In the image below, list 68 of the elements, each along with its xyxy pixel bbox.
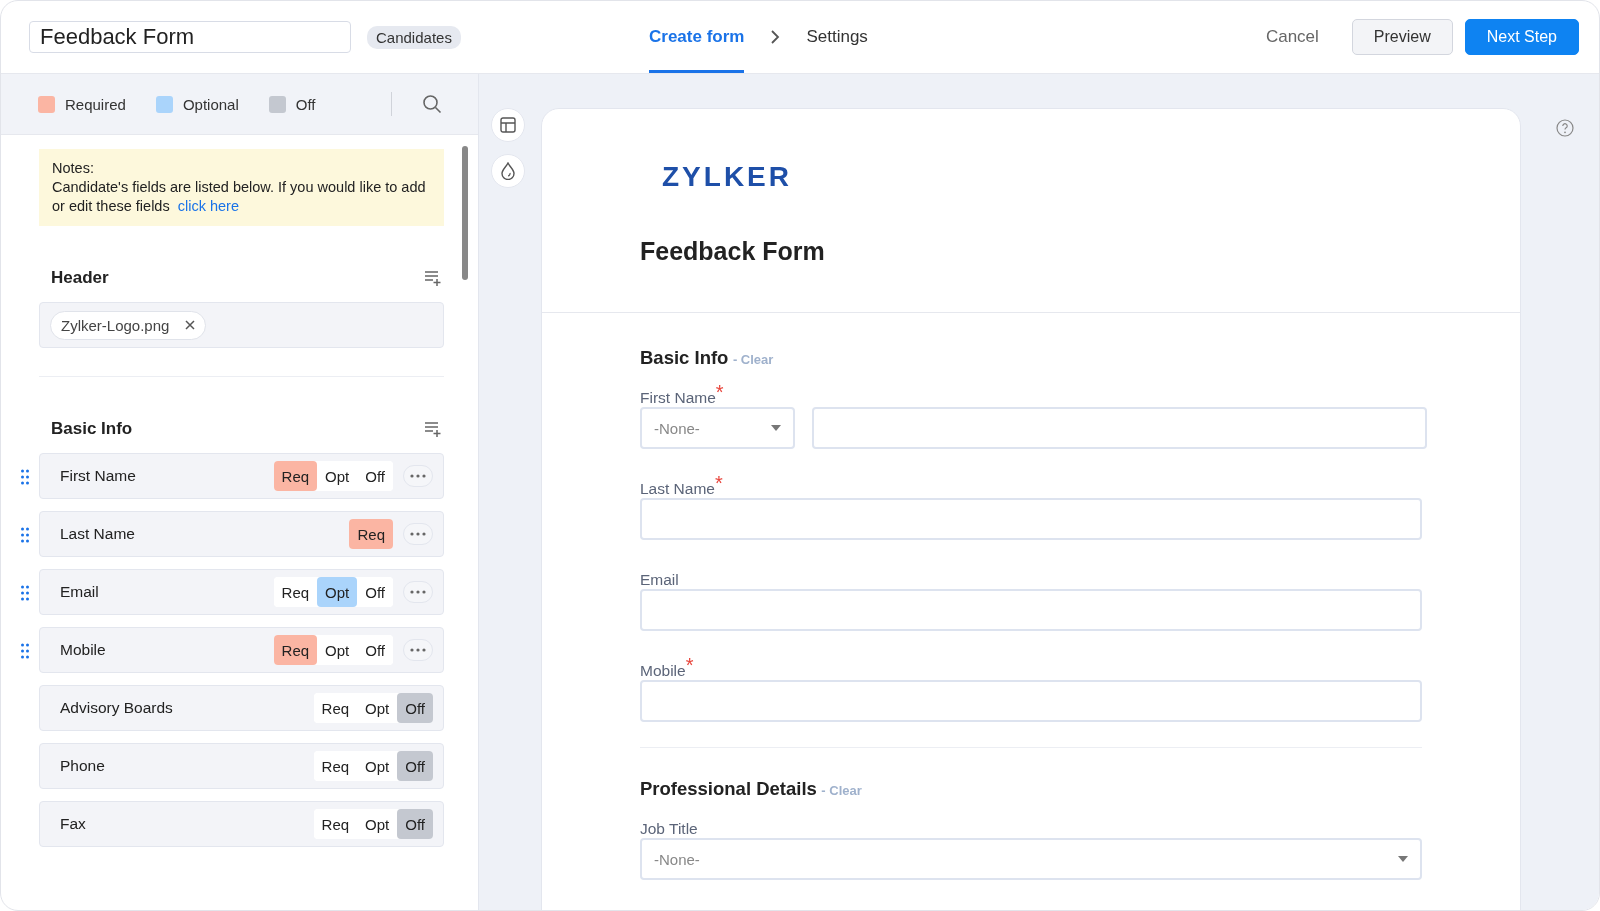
layout-button[interactable]	[491, 108, 525, 142]
field-label: Mobile	[640, 662, 686, 680]
field-label: Fax	[60, 815, 87, 833]
status-option[interactable]: Req	[273, 635, 318, 665]
add-list-icon[interactable]	[424, 421, 442, 437]
input-field[interactable]	[640, 680, 1422, 722]
drag-handle-icon[interactable]	[21, 527, 29, 543]
company-logo: ZYLKER	[661, 160, 793, 193]
cancel-link[interactable]: Cancel	[1244, 19, 1340, 55]
click-here-link[interactable]: click here	[177, 198, 239, 214]
drag-handle-icon[interactable]	[21, 469, 29, 485]
drag-handle-icon[interactable]	[21, 585, 29, 601]
search-icon[interactable]	[422, 94, 442, 114]
field-label: First Name	[640, 389, 716, 407]
file-name: Zylker-Logo.png	[61, 316, 170, 334]
module-badge: Candidates	[367, 25, 461, 49]
legend-label: Optional	[182, 95, 239, 113]
field-label: Phone	[60, 757, 106, 775]
drop-icon	[501, 162, 515, 180]
field-label: Last Name	[640, 480, 715, 498]
add-list-icon[interactable]	[424, 270, 442, 286]
ellipsis-icon	[410, 474, 426, 478]
input-field[interactable]	[640, 498, 1422, 540]
field-label: Job Title	[640, 820, 698, 838]
legend-label: Off	[295, 95, 316, 113]
next-step-button[interactable]: Next Step	[1464, 19, 1579, 55]
input-field[interactable]	[812, 407, 1427, 449]
close-icon[interactable]	[185, 320, 196, 330]
section-title: Header	[51, 268, 109, 288]
field-label: First Name	[60, 467, 137, 485]
form-title: Feedback Form	[640, 237, 826, 266]
field-label: Email	[60, 583, 100, 601]
caret-icon	[771, 425, 781, 431]
status-option[interactable]: Opt	[317, 577, 358, 607]
form-name-field[interactable]: Feedback Form	[29, 21, 351, 53]
legend-label: Required	[65, 95, 126, 113]
input-field[interactable]	[640, 589, 1422, 631]
status-option[interactable]: Off	[397, 693, 433, 723]
status-option[interactable]: Off	[397, 751, 433, 781]
drag-handle-icon[interactable]	[21, 643, 29, 659]
section-title: Professional Details	[640, 778, 817, 799]
step-tab[interactable]: Settings	[806, 1, 868, 73]
scrollbar[interactable]	[462, 146, 468, 280]
field-label: Advisory Boards	[60, 699, 174, 717]
section-title: Basic Info	[640, 347, 729, 368]
layout-icon	[500, 117, 516, 133]
required-asterisk: *	[685, 656, 694, 674]
preview-button[interactable]: Preview	[1351, 19, 1453, 55]
field-label: Last Name	[60, 525, 136, 543]
select-field[interactable]: -None-	[640, 838, 1422, 880]
caret-icon	[1398, 856, 1408, 862]
select-field[interactable]: -None-	[640, 407, 795, 449]
ellipsis-icon	[410, 648, 426, 652]
required-asterisk: *	[715, 383, 724, 401]
theme-button[interactable]	[491, 154, 525, 188]
field-label: Mobile	[60, 641, 107, 659]
section-title: Basic Info	[51, 419, 133, 439]
status-option[interactable]: Off	[397, 809, 433, 839]
status-option[interactable]: Req	[273, 461, 318, 491]
field-label: Email	[640, 571, 679, 589]
required-asterisk: *	[714, 474, 723, 492]
status-option[interactable]: Req	[349, 519, 393, 549]
notes-title: Notes:	[52, 159, 95, 178]
notes-text: Candidate's fields are listed below. If you would like to add or edit these fields click here	[52, 178, 427, 216]
ellipsis-icon	[410, 532, 426, 536]
help-icon[interactable]	[1556, 119, 1574, 137]
ellipsis-icon	[410, 590, 426, 594]
chevron-right-icon	[770, 30, 781, 44]
